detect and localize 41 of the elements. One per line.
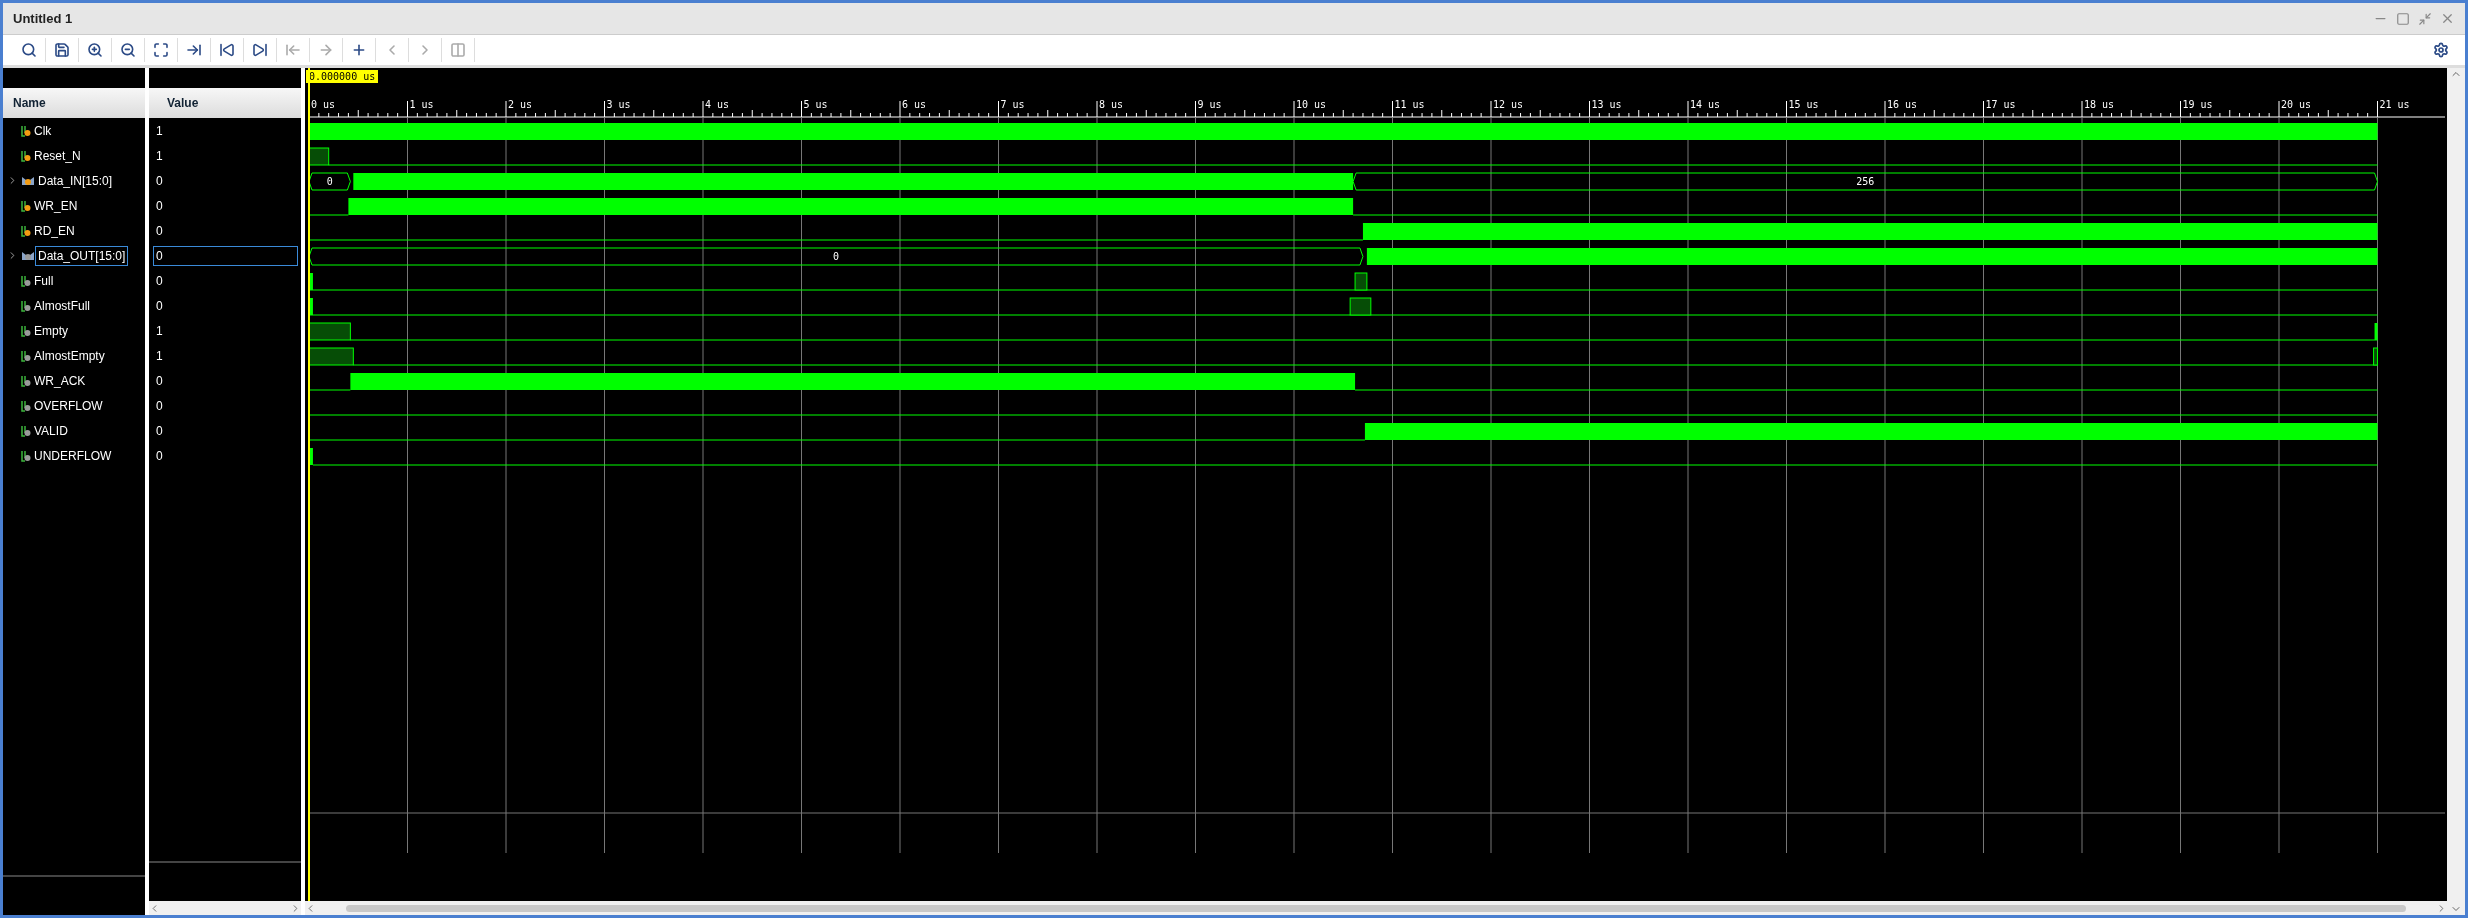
signal-name[interactable]: OVERFLOW	[31, 395, 106, 416]
bus-value: 256	[1856, 176, 1875, 187]
signal-value: 1	[155, 147, 164, 165]
value-column-header[interactable]: Value	[149, 88, 301, 118]
horizontal-scrollbar[interactable]	[305, 901, 2447, 915]
name-column-header[interactable]: Name	[3, 88, 145, 118]
signal-value: 0	[155, 272, 164, 290]
signal-name[interactable]: Clk	[31, 120, 55, 141]
restore-icon[interactable]	[2418, 11, 2432, 26]
signal-name[interactable]: Reset_N	[31, 145, 84, 166]
signal-value: 1	[155, 122, 164, 140]
signal-name[interactable]: Data_IN[15:0]	[35, 170, 116, 191]
signal-value: 0	[155, 222, 164, 240]
signal-value: 0	[155, 447, 164, 465]
signal-name[interactable]: RD_EN	[31, 220, 78, 241]
signal-value: 0	[155, 397, 164, 415]
cursor-time-label: 0.000000 us	[306, 70, 379, 83]
signal-value: 0	[155, 197, 164, 215]
signal-name[interactable]: Data_OUT[15:0]	[35, 245, 129, 266]
signal-name[interactable]: VALID	[31, 420, 71, 441]
vertical-scrollbar[interactable]	[2447, 68, 2465, 915]
signal-name[interactable]: Empty	[31, 320, 71, 341]
signal-name[interactable]: AlmostFull	[31, 295, 93, 316]
bus-value: 0	[832, 251, 839, 262]
signal-value: 0	[155, 372, 164, 390]
signal-name[interactable]: WR_ACK	[31, 370, 89, 391]
signal-value: 0	[155, 172, 164, 190]
signal-value: 0	[155, 297, 164, 315]
signal-name[interactable]: UNDERFLOW	[31, 445, 115, 466]
signal-name[interactable]: AlmostEmpty	[31, 345, 108, 366]
bus-value: 0	[326, 176, 333, 187]
signal-name[interactable]: WR_EN	[31, 195, 81, 216]
signal-value: 0	[155, 422, 164, 440]
signal-value: 1	[155, 347, 164, 365]
signal-name[interactable]: Full	[31, 270, 57, 291]
maximize-icon[interactable]	[2396, 11, 2410, 26]
close-icon[interactable]	[2440, 11, 2455, 26]
signal-value: 1	[155, 322, 164, 340]
window-title: Untitled 1	[13, 11, 74, 26]
horizontal-scrollbar[interactable]	[149, 901, 301, 915]
signal-value: 0	[153, 245, 298, 266]
